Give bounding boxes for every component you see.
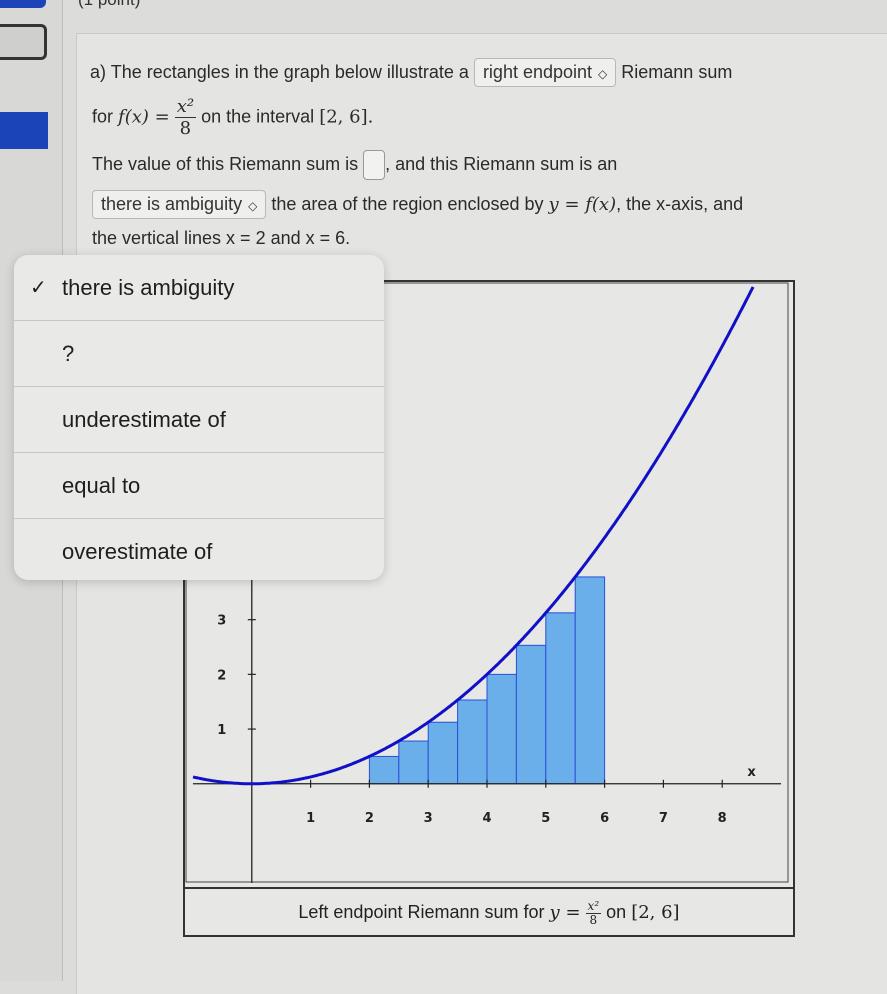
dropdown-option[interactable]: underestimate of	[14, 387, 384, 453]
x-axis-label: x	[747, 765, 756, 780]
question-text: The rectangles in the graph below illust…	[110, 62, 469, 82]
plot-caption: Left endpoint Riemann sum for y = x² 8 on…	[183, 887, 795, 937]
fraction-denominator: 8	[179, 118, 192, 139]
question-text: The value of this Riemann sum is	[92, 153, 359, 174]
dropdown-option-label: overestimate of	[62, 539, 213, 564]
fraction-numerator: x²	[174, 96, 197, 118]
fraction-numerator: x²	[585, 898, 602, 914]
riemann-rectangle	[368, 755, 400, 785]
sidebar-nav-button[interactable]	[0, 0, 46, 8]
x-tick-label: 3	[424, 811, 433, 826]
question-line-2: for f(x) = x² 8 on the interval [2, 6].	[92, 96, 373, 139]
question-text: for	[92, 106, 114, 127]
riemann-rectangle	[545, 612, 576, 785]
question-text: the area of the region enclosed by	[271, 194, 544, 214]
y-tick-label: 1	[217, 723, 226, 738]
riemann-rectangle	[427, 721, 459, 785]
x-tick-label: 8	[718, 811, 727, 826]
comparison-dropdown-menu: ✓ there is ambiguity? underestimate of equa…	[14, 255, 384, 580]
riemann-rectangle	[515, 644, 547, 785]
dropdown-option[interactable]: overestimate of	[14, 519, 384, 580]
dropdown-option-label: there is ambiguity	[62, 275, 235, 300]
chevron-updown-icon: ◇	[598, 67, 608, 81]
dropdown-option[interactable]: ✓ there is ambiguity	[14, 255, 384, 321]
riemann-rectangle	[486, 673, 517, 785]
riemann-rectangle	[457, 699, 488, 785]
dropdown-option-label: equal to	[62, 473, 141, 498]
question-text: , the x-axis, and	[616, 194, 744, 214]
question-line-5: the vertical lines x = 2 and x = 6.	[92, 228, 351, 248]
caption-fraction: x² 8	[585, 898, 602, 927]
comparison-select[interactable]: there is ambiguity ◇	[92, 190, 267, 219]
checkmark-icon: ✓	[30, 277, 47, 299]
comparison-select-value: there is ambiguity	[101, 194, 243, 214]
math-expression: y = f(x)	[548, 194, 617, 215]
question-text: Riemann sum	[621, 62, 733, 82]
sidebar-active-tab[interactable]	[0, 112, 48, 149]
x-tick-label: 6	[600, 811, 609, 826]
caption-text: on	[606, 902, 627, 922]
function-fraction: x² 8	[174, 96, 197, 139]
dropdown-option-label: underestimate of	[62, 407, 226, 432]
fraction-denominator: 8	[589, 912, 598, 927]
points-label: (1 point)	[78, 0, 140, 10]
question-line-3: The value of this Riemann sum is , and t…	[92, 150, 617, 180]
riemann-sum-answer-input[interactable]	[363, 150, 386, 180]
dropdown-option-label: ?	[62, 341, 75, 366]
endpoint-select-value: right endpoint	[482, 62, 593, 82]
caption-interval: [2, 6]	[631, 902, 680, 923]
riemann-rectangle	[398, 740, 429, 785]
dropdown-option[interactable]: ?	[14, 321, 384, 387]
riemann-rectangle	[574, 576, 606, 785]
chevron-updown-icon: ◇	[248, 199, 258, 213]
interval-text: [2, 6].	[319, 106, 374, 128]
question-line-1: a) The rectangles in the graph below ill…	[90, 58, 732, 87]
part-label: a)	[90, 62, 107, 82]
x-tick-label: 2	[365, 811, 374, 826]
dropdown-option[interactable]: equal to	[14, 453, 384, 519]
endpoint-select[interactable]: right endpoint ◇	[473, 58, 617, 87]
question-text: , and this Riemann sum is an	[385, 153, 618, 174]
x-tick-label: 7	[659, 811, 668, 826]
x-tick-label: 1	[306, 811, 315, 826]
sidebar-toggle-button[interactable]	[0, 24, 47, 60]
x-tick-label: 4	[482, 811, 491, 826]
y-tick-label: 3	[217, 614, 226, 629]
function-lhs: f(x) =	[118, 106, 170, 128]
y-tick-label: 2	[217, 668, 226, 683]
question-text: on the interval	[201, 106, 315, 127]
caption-math: y =	[549, 902, 581, 923]
caption-text: Left endpoint Riemann sum for	[298, 902, 545, 922]
question-line-4: there is ambiguity ◇ the area of the regi…	[92, 190, 743, 219]
x-tick-label: 5	[541, 811, 550, 826]
